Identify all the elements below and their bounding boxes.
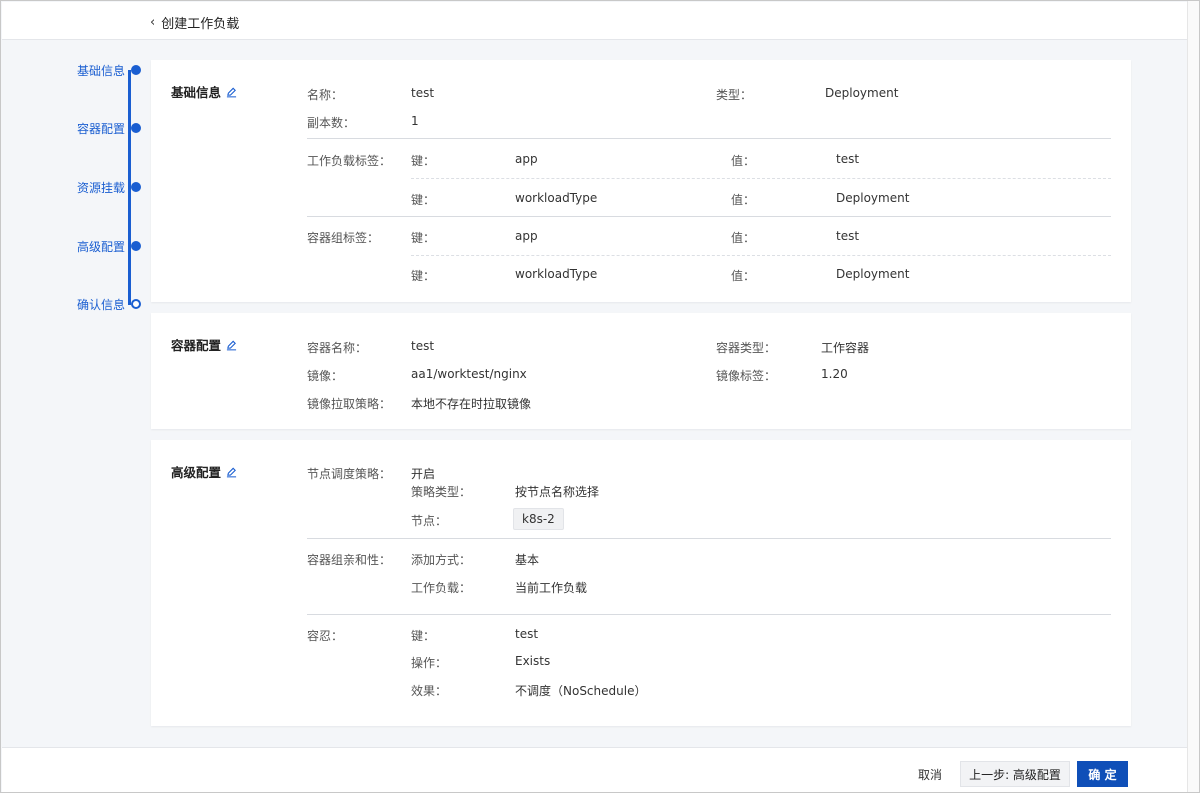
label-key: workloadType xyxy=(515,267,598,281)
pull-policy-label: 镜像拉取策略： xyxy=(307,397,392,411)
name-value: test xyxy=(411,86,435,100)
edit-icon[interactable] xyxy=(226,466,237,478)
divider xyxy=(307,216,1111,217)
step-label: 基础信息 xyxy=(76,63,125,78)
step-label: 容器配置 xyxy=(76,121,125,136)
label-value: Deployment xyxy=(836,267,910,281)
label-key: app xyxy=(515,152,538,166)
card-title-text: 基础信息 xyxy=(171,85,222,100)
toleration-key-label: 键： xyxy=(411,629,436,643)
label-value: test xyxy=(836,152,860,166)
back-button[interactable]: ‹ 创建工作负载 xyxy=(150,13,239,32)
toleration-effect-label: 效果： xyxy=(411,684,448,698)
step-confirm-info[interactable]: 确认信息 xyxy=(1,294,141,314)
advanced-config-title: 高级配置 xyxy=(171,462,237,481)
top-bar: ‹ 创建工作负载 xyxy=(2,2,1188,40)
value-label: 值： xyxy=(731,269,756,283)
image-label: 镜像： xyxy=(307,369,344,383)
key-label: 键： xyxy=(411,193,436,207)
cancel-button[interactable]: 取消 xyxy=(908,761,952,787)
label-key: workloadType xyxy=(515,191,598,205)
image-tag-value: 1.20 xyxy=(821,367,848,381)
basic-info-title: 基础信息 xyxy=(171,82,237,101)
divider xyxy=(307,138,1111,139)
container-name-value: test xyxy=(411,339,435,353)
toleration-label: 容忍： xyxy=(307,629,344,643)
node-tag: k8s-2 xyxy=(513,508,564,530)
container-type-value: 工作容器 xyxy=(821,341,870,355)
toleration-effect-value: 不调度（NoSchedule） xyxy=(515,684,647,698)
page-title: 创建工作负载 xyxy=(161,17,240,32)
container-type-label: 容器类型： xyxy=(716,341,777,355)
edit-icon[interactable] xyxy=(226,339,237,351)
replicas-label: 副本数： xyxy=(307,116,356,130)
step-label: 高级配置 xyxy=(76,239,125,254)
basic-info-card: 基础信息 名称： test 类型： Deployment 副本数： 1 工作负载… xyxy=(151,60,1131,302)
chevron-left-icon: ‹ xyxy=(150,15,156,30)
toleration-key-value: test xyxy=(515,627,539,641)
policy-type-value: 按节点名称选择 xyxy=(515,485,600,499)
divider-dashed xyxy=(411,178,1111,179)
pod-labels-label: 容器组标签： xyxy=(307,231,380,245)
pod-affinity-label: 容器组亲和性： xyxy=(307,553,392,567)
add-mode-value: 基本 xyxy=(515,553,540,567)
card-title-text: 高级配置 xyxy=(171,465,222,480)
label-key: app xyxy=(515,229,538,243)
step-dot-current xyxy=(131,299,141,309)
step-dot xyxy=(131,241,141,251)
page-frame: ‹ 创建工作负载 基础信息 容器配置 资源挂载 高级配置 确认信息 基础信息 名… xyxy=(0,0,1200,793)
divider xyxy=(307,614,1111,615)
divider-dashed xyxy=(411,255,1111,256)
node-scheduling-value: 开启 xyxy=(411,467,436,481)
value-label: 值： xyxy=(731,231,756,245)
node-label: 节点： xyxy=(411,514,448,528)
type-label: 类型： xyxy=(716,88,753,102)
step-label: 资源挂载 xyxy=(76,180,125,195)
step-basic-info[interactable]: 基础信息 xyxy=(1,60,141,80)
step-dot xyxy=(131,123,141,133)
image-tag-label: 镜像标签： xyxy=(716,369,777,383)
step-label: 确认信息 xyxy=(76,297,125,312)
replicas-value: 1 xyxy=(411,114,419,128)
step-container-config[interactable]: 容器配置 xyxy=(1,118,141,138)
previous-step-button[interactable]: 上一步: 高级配置 xyxy=(960,761,1070,787)
step-resource-mount[interactable]: 资源挂载 xyxy=(1,177,141,197)
image-value: aa1/worktest/nginx xyxy=(411,367,527,381)
footer-bar: 取消 上一步: 高级配置 确 定 xyxy=(2,747,1188,792)
step-navigator: 基础信息 容器配置 资源挂载 高级配置 确认信息 xyxy=(1,41,151,341)
key-label: 键： xyxy=(411,154,436,168)
confirm-button[interactable]: 确 定 xyxy=(1077,761,1128,787)
policy-type-label: 策略类型： xyxy=(411,485,472,499)
node-scheduling-label: 节点调度策略： xyxy=(307,467,392,481)
add-mode-label: 添加方式： xyxy=(411,553,472,567)
container-config-card: 容器配置 容器名称： test 容器类型： 工作容器 镜像： aa1/workt… xyxy=(151,313,1131,429)
key-label: 键： xyxy=(411,269,436,283)
step-dot xyxy=(131,65,141,75)
pull-policy-value: 本地不存在时拉取镜像 xyxy=(411,397,532,411)
container-config-title: 容器配置 xyxy=(171,335,237,354)
key-label: 键： xyxy=(411,231,436,245)
type-value: Deployment xyxy=(825,86,899,100)
container-name-label: 容器名称： xyxy=(307,341,368,355)
step-advanced-config[interactable]: 高级配置 xyxy=(1,236,141,256)
label-value: test xyxy=(836,229,860,243)
divider xyxy=(307,538,1111,539)
scrollbar[interactable] xyxy=(1187,1,1199,792)
workload-label: 工作负载： xyxy=(411,581,472,595)
step-dot xyxy=(131,182,141,192)
value-label: 值： xyxy=(731,154,756,168)
label-value: Deployment xyxy=(836,191,910,205)
advanced-config-card: 高级配置 节点调度策略： 开启 策略类型： 按节点名称选择 节点： k8s-2 … xyxy=(151,440,1131,726)
edit-icon[interactable] xyxy=(226,86,237,98)
card-title-text: 容器配置 xyxy=(171,338,222,353)
workload-value: 当前工作负载 xyxy=(515,581,588,595)
name-label: 名称： xyxy=(307,88,344,102)
toleration-op-value: Exists xyxy=(515,654,551,668)
toleration-op-label: 操作： xyxy=(411,656,448,670)
workload-labels-label: 工作负载标签： xyxy=(307,154,392,168)
value-label: 值： xyxy=(731,193,756,207)
